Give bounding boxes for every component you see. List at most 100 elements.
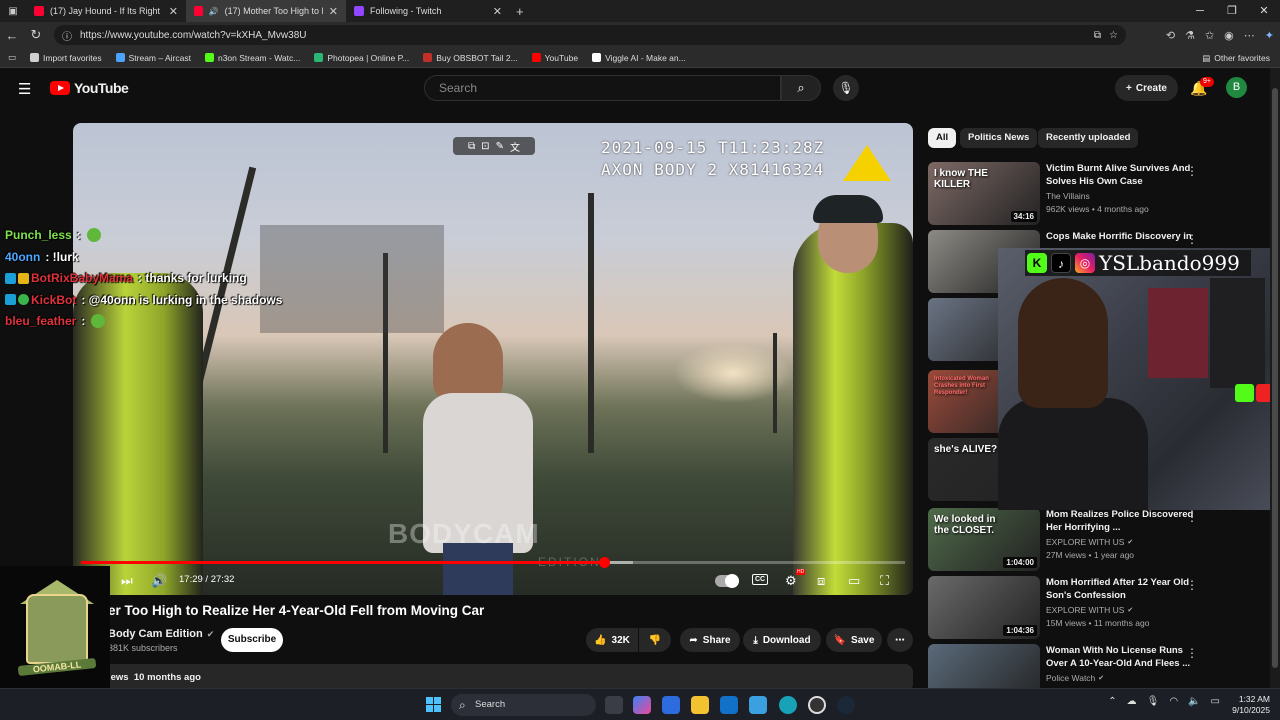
video-thumbnail[interactable]: We looked in the CLOSET. 1:04:00 — [928, 508, 1040, 571]
bookmark-item[interactable]: Photopea | Online P... — [314, 53, 409, 63]
miniplayer-icon[interactable]: ⧈ — [817, 573, 825, 589]
avatar[interactable]: B — [1226, 77, 1247, 98]
filter-chip[interactable]: Recently uploaded — [1038, 128, 1139, 148]
mic-tray-icon[interactable]: 🎙 — [1147, 696, 1160, 707]
youtube-logo[interactable]: YouTube — [50, 80, 129, 96]
windows-start-icon[interactable] — [426, 697, 441, 712]
more-actions-button[interactable]: ⋯ — [887, 628, 913, 652]
fullscreen-icon[interactable]: ⛶ — [880, 573, 889, 589]
site-info-icon[interactable]: ⓘ — [62, 28, 72, 43]
store-icon[interactable] — [662, 696, 680, 714]
more-vertical-icon[interactable]: ⋮ — [1186, 578, 1198, 592]
more-icon[interactable]: ⋯ — [1244, 29, 1255, 42]
file-explorer-icon[interactable] — [691, 696, 709, 714]
battery-icon[interactable]: ▭ — [1211, 696, 1220, 707]
extensions-icon[interactable]: ⟲ — [1166, 29, 1175, 42]
tab-icon[interactable]: ▭ — [8, 52, 16, 63]
bookmark-item[interactable]: YouTube — [531, 53, 578, 63]
close-tab-icon[interactable]: ✕ — [329, 5, 338, 18]
recommended-title[interactable]: Mom Realizes Police Discovered Her Horri… — [1046, 508, 1196, 534]
tab-actions-icon[interactable]: ▣ — [0, 6, 26, 17]
recommended-video[interactable]: I know THE KILLER 34:16 Victim Burnt Alive… — [928, 162, 1268, 226]
bookmark-item[interactable]: Import favorites — [30, 53, 102, 63]
favorite-star-icon[interactable]: ☆ — [1109, 30, 1118, 41]
new-tab-button[interactable]: + — [516, 4, 524, 19]
favorites-icon[interactable]: ✩ — [1205, 29, 1214, 42]
browser-tab[interactable]: (17) Jay Hound - If Its Right (Offic ✕ — [26, 0, 186, 22]
theater-mode-icon[interactable]: ▭ — [848, 573, 860, 589]
more-vertical-icon[interactable]: ⋮ — [1186, 510, 1198, 524]
browser-tab[interactable]: Following - Twitch ✕ — [346, 0, 510, 22]
back-button[interactable]: ← — [0, 28, 24, 43]
recommended-channel[interactable]: EXPLORE WITH US ✔ — [1046, 605, 1133, 615]
photos-icon[interactable] — [749, 696, 767, 714]
bookmark-item[interactable]: Viggle AI - Make an... — [592, 53, 686, 63]
bookmark-item[interactable]: Buy OBSBOT Tail 2... — [423, 53, 518, 63]
obs-icon[interactable] — [808, 696, 826, 714]
scrollbar-thumb[interactable] — [1272, 88, 1278, 668]
more-vertical-icon[interactable]: ⋮ — [1186, 232, 1198, 246]
translate-icon[interactable]: 文 — [510, 139, 520, 154]
video-thumbnail[interactable]: 1:04:36 — [928, 576, 1040, 639]
video-thumbnail[interactable]: I know THE KILLER 34:16 — [928, 162, 1040, 225]
capture-icon[interactable]: ⊡ — [481, 141, 489, 152]
recommended-video[interactable]: We looked in the CLOSET. 1:04:00 Mom Reali… — [928, 508, 1268, 572]
close-tab-icon[interactable]: ✕ — [493, 5, 502, 18]
cloud-icon[interactable]: ☁ — [1127, 696, 1137, 707]
close-window-button[interactable]: ✕ — [1248, 0, 1280, 22]
minimize-button[interactable]: ─ — [1184, 0, 1216, 22]
recommended-title[interactable]: Victim Burnt Alive Survives And Solves H… — [1046, 162, 1196, 188]
profile-icon[interactable]: ◉ — [1224, 29, 1234, 42]
other-favorites[interactable]: ▤ Other favorites — [1202, 48, 1270, 68]
volume-icon[interactable]: 🔊 — [151, 573, 167, 589]
download-button[interactable]: ⤓ Download — [743, 628, 821, 652]
recommended-channel[interactable]: Police Watch ✔ — [1046, 673, 1104, 683]
taskbar-clock[interactable]: 1:32 AM 9/10/2025 — [1232, 694, 1270, 716]
like-button[interactable]: 👍 32K — [586, 628, 638, 652]
subscribe-button[interactable]: Subscribe — [221, 628, 283, 652]
captions-button[interactable]: CC — [752, 574, 769, 585]
recommended-title[interactable]: Cops Make Horrific Discovery in — [1046, 230, 1196, 243]
autoplay-toggle[interactable] — [715, 574, 739, 588]
more-vertical-icon[interactable]: ⋮ — [1186, 646, 1198, 660]
audio-playing-icon[interactable]: 🔊 — [209, 7, 219, 16]
steam-icon[interactable] — [837, 696, 855, 714]
more-vertical-icon[interactable]: ⋮ — [1186, 164, 1198, 178]
filter-chip[interactable]: All — [928, 128, 957, 148]
screenshot-icon[interactable]: ⧉ — [468, 141, 475, 152]
address-bar[interactable]: ⓘ https://www.youtube.com/watch?v=kXHA_M… — [54, 25, 1126, 45]
recommended-title[interactable]: Mom Horrified After 12 Year Old Son's Co… — [1046, 576, 1196, 602]
recommended-video[interactable]: 1:04:36 Mom Horrified After 12 Year Old S… — [928, 576, 1268, 640]
progress-bar[interactable] — [81, 557, 905, 568]
recommended-channel[interactable]: The Villains — [1046, 191, 1090, 201]
extension-icon[interactable]: ⚗ — [1185, 29, 1195, 42]
browser-tab[interactable]: 🔊 (17) Mother Too High to Rea ✕ — [186, 0, 346, 22]
search-input[interactable]: Search — [424, 75, 781, 101]
reload-button[interactable]: ↻ — [24, 27, 48, 43]
note-icon[interactable]: ✎ — [496, 141, 504, 152]
recommended-title[interactable]: Woman With No License Runs Over A 10-Yea… — [1046, 644, 1196, 670]
bookmark-item[interactable]: n3on Stream - Watc... — [204, 53, 300, 63]
edge-icon[interactable] — [779, 696, 797, 714]
dislike-button[interactable]: 👎 — [639, 628, 671, 652]
video-player[interactable]: ⧉ ⊡ ✎ 文 2021-09-15 T11:23:28Z AXON BODY … — [73, 123, 913, 595]
save-button[interactable]: 🔖 Save — [826, 628, 882, 652]
close-tab-icon[interactable]: ✕ — [169, 5, 178, 18]
menu-icon[interactable]: ☰ — [18, 80, 31, 98]
search-button[interactable]: ⌕ — [781, 75, 821, 101]
next-icon[interactable]: ⏭ — [121, 573, 133, 589]
share-button[interactable]: ➦ Share — [680, 628, 740, 652]
copilot-app-icon[interactable] — [633, 696, 651, 714]
task-view-icon[interactable] — [605, 696, 623, 714]
settings-gear-icon[interactable]: ⚙ — [785, 573, 797, 589]
copilot-icon[interactable]: ✦ — [1265, 29, 1274, 42]
chevron-up-icon[interactable]: ⌃ — [1108, 696, 1116, 707]
wifi-icon[interactable]: ◠ — [1169, 696, 1178, 707]
outlook-icon[interactable] — [720, 696, 738, 714]
channel-name[interactable]: Body Cam Edition ✔ — [108, 628, 214, 640]
create-button[interactable]: + Create — [1115, 75, 1178, 101]
bookmark-item[interactable]: Stream – Aircast — [115, 53, 191, 63]
filter-chip[interactable]: Politics News — [960, 128, 1038, 148]
speaker-icon[interactable]: 🔈 — [1188, 696, 1200, 707]
read-aloud-icon[interactable]: ⧉ — [1094, 30, 1101, 41]
